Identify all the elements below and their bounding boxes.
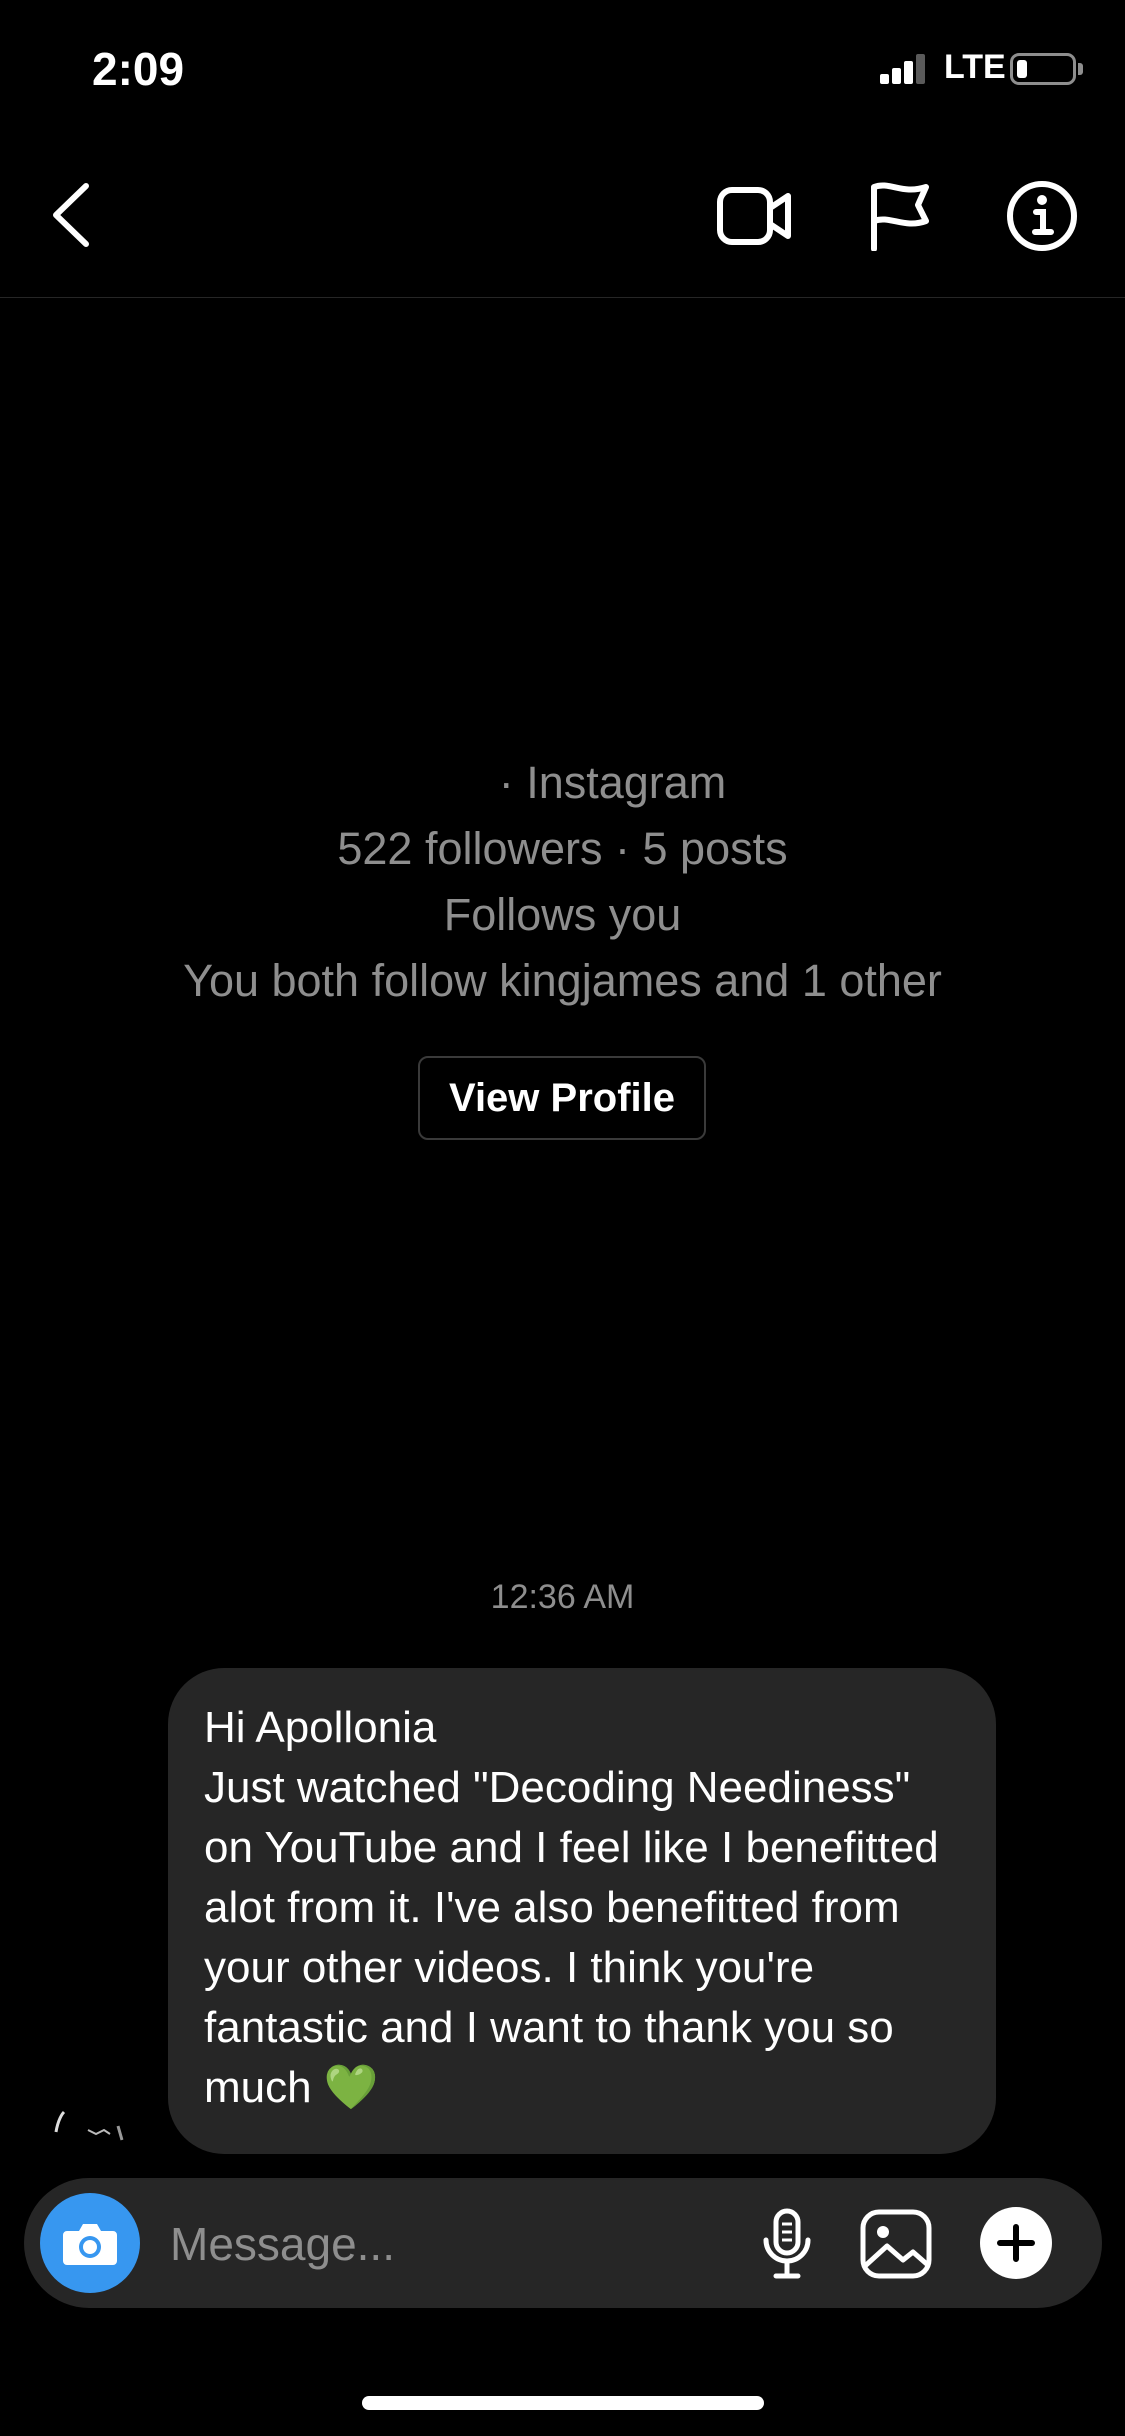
chevron-left-icon	[53, 183, 89, 247]
status-bar: 2:09 LTE	[0, 0, 1125, 130]
camera-icon	[63, 2224, 117, 2265]
message-greeting: Hi Apollonia	[204, 1703, 437, 1752]
video-camera-icon	[717, 187, 791, 245]
status-time: 2:09	[92, 43, 185, 95]
plus-icon	[997, 2224, 1035, 2262]
green-heart-emoji: 💚	[323, 2063, 379, 2112]
profile-stats: 522 followers · 5 posts	[337, 823, 788, 874]
redacted-username	[399, 776, 499, 796]
profile-summary: · Instagram 522 followers · 5 posts Foll…	[0, 750, 1125, 1014]
message-body-text: Just watched "Decoding Neediness" on You…	[204, 1763, 951, 2112]
battery-icon	[1010, 53, 1076, 85]
follow-status: Follows you	[443, 889, 682, 940]
camera-button[interactable]	[40, 2193, 140, 2293]
view-profile-button[interactable]: View Profile	[418, 1056, 706, 1140]
info-icon	[1007, 181, 1077, 251]
signal-icon	[880, 54, 925, 84]
chat-header	[0, 130, 1125, 298]
network-label: LTE	[944, 48, 1006, 86]
profile-name-line: · Instagram	[0, 750, 1125, 816]
image-icon	[860, 2209, 932, 2279]
message-timestamp: 12:36 AM	[490, 1578, 635, 1616]
avatar[interactable]	[48, 2072, 132, 2156]
voice-message-button[interactable]	[752, 2208, 822, 2280]
message-input[interactable]	[168, 2208, 732, 2280]
video-call-button[interactable]	[712, 176, 796, 256]
report-button[interactable]	[862, 176, 938, 256]
back-button[interactable]	[40, 170, 100, 260]
gallery-button[interactable]	[858, 2208, 934, 2280]
avatar-image	[54, 2110, 124, 2141]
home-indicator[interactable]	[362, 2396, 764, 2410]
microphone-icon	[763, 2208, 811, 2279]
mutual-followers: You both follow kingjames and 1 other	[183, 955, 942, 1006]
message-bubble[interactable]: Hi Apollonia Just watched "Decoding Need…	[168, 1668, 996, 2154]
message-composer	[24, 2178, 1102, 2308]
more-options-button[interactable]	[980, 2207, 1052, 2279]
message-body: Just watched "Decoding Neediness" on You…	[204, 1758, 960, 2118]
info-button[interactable]	[1002, 176, 1082, 256]
platform-label: · Instagram	[498, 757, 727, 808]
flag-icon	[871, 182, 929, 251]
